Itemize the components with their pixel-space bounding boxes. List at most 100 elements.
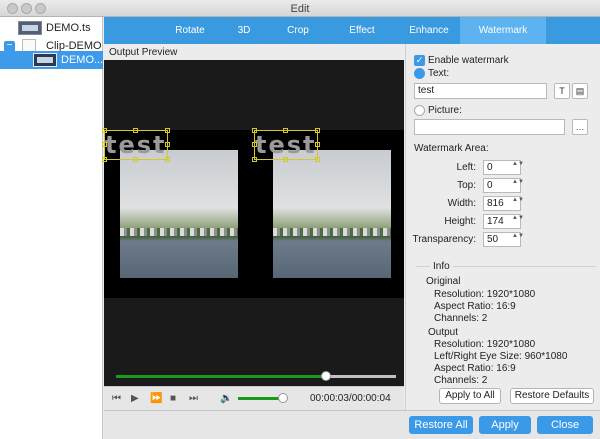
left-spinner[interactable]: 0 ▲▼ bbox=[483, 160, 524, 175]
restore-all-button[interactable]: Restore All bbox=[409, 416, 473, 434]
play-icon[interactable]: ▶ bbox=[131, 393, 139, 404]
resize-handle[interactable] bbox=[315, 142, 320, 147]
seek-handle[interactable] bbox=[321, 371, 331, 381]
edit-tabs: Rotate 3D Crop Effect Enhance Watermark bbox=[104, 17, 600, 44]
output-eye-size: Left/Right Eye Size: 960*1080 bbox=[434, 351, 568, 362]
video-thumbnail-icon bbox=[33, 53, 57, 67]
output-preview: test test bbox=[102, 60, 404, 386]
original-resolution: Resolution: 1920*1080 bbox=[434, 289, 536, 300]
width-value: 816 bbox=[487, 198, 504, 209]
volume-slider[interactable] bbox=[238, 393, 288, 403]
resize-handle[interactable] bbox=[165, 157, 170, 162]
preview-image-right bbox=[273, 150, 391, 278]
watermark-text-left: test bbox=[105, 131, 167, 159]
height-spinner[interactable]: 174 ▲▼ bbox=[483, 214, 524, 229]
top-value: 0 bbox=[487, 180, 493, 191]
browse-icon[interactable]: … bbox=[572, 119, 588, 135]
close-button[interactable]: Close bbox=[537, 416, 593, 434]
info-title: Info bbox=[430, 261, 453, 272]
text-color-icon[interactable]: ▤ bbox=[572, 83, 588, 99]
resize-handle[interactable] bbox=[315, 157, 320, 162]
transparency-value: 50 bbox=[487, 234, 499, 245]
resize-handle[interactable] bbox=[165, 142, 170, 147]
original-aspect-ratio: Aspect Ratio: 16:9 bbox=[434, 301, 516, 312]
transparency-spinner[interactable]: 50 ▲▼ bbox=[483, 232, 524, 247]
file-item-demo-ts[interactable]: DEMO.ts bbox=[0, 19, 103, 37]
resize-handle[interactable] bbox=[102, 157, 107, 162]
tab-enhance[interactable]: Enhance bbox=[398, 17, 460, 44]
previous-frame-icon[interactable]: ⏮ bbox=[112, 393, 121, 404]
picture-radio-label: Picture: bbox=[428, 105, 462, 116]
left-label: Left: bbox=[456, 162, 476, 173]
video-thumbnail-icon bbox=[18, 21, 42, 35]
top-spinner[interactable]: 0 ▲▼ bbox=[483, 178, 524, 193]
tab-3d[interactable]: 3D bbox=[218, 17, 270, 44]
font-icon[interactable]: T bbox=[554, 83, 570, 99]
left-value: 0 bbox=[487, 162, 493, 173]
watermark-text-input[interactable]: test bbox=[414, 83, 547, 99]
tab-rotate[interactable]: Rotate bbox=[162, 17, 218, 44]
original-channels: Channels: 2 bbox=[434, 313, 488, 324]
seek-track[interactable] bbox=[116, 371, 396, 381]
resize-handle[interactable] bbox=[283, 157, 288, 162]
resize-handle[interactable] bbox=[252, 157, 257, 162]
text-radio-label: Text: bbox=[428, 68, 450, 79]
watermark-text-right: test bbox=[255, 131, 317, 159]
bottom-action-bar: Restore All Apply Close bbox=[104, 410, 600, 439]
resize-handle[interactable] bbox=[165, 128, 170, 133]
seek-bar[interactable] bbox=[104, 368, 404, 386]
output-preview-label: Output Preview bbox=[109, 47, 178, 58]
width-spinner[interactable]: 816 ▲▼ bbox=[483, 196, 524, 211]
apply-to-all-button[interactable]: Apply to All bbox=[439, 388, 501, 404]
output-title: Output bbox=[428, 327, 459, 338]
tab-crop[interactable]: Crop bbox=[270, 17, 326, 44]
original-title: Original bbox=[426, 276, 461, 287]
restore-defaults-button[interactable]: Restore Defaults bbox=[510, 388, 594, 404]
file-item-label: DEMO... bbox=[61, 54, 104, 66]
stop-icon[interactable]: ■ bbox=[170, 393, 176, 404]
tab-effect[interactable]: Effect bbox=[326, 17, 398, 44]
stepper-arrows-icon[interactable]: ▲▼ bbox=[512, 161, 524, 167]
resize-handle[interactable] bbox=[252, 128, 257, 133]
volume-level bbox=[238, 397, 283, 400]
watermark-box-left[interactable]: test bbox=[102, 128, 170, 162]
resize-handle[interactable] bbox=[283, 128, 288, 133]
enable-watermark-label: Enable watermark bbox=[428, 55, 509, 66]
file-item-demo-selected[interactable]: DEMO... bbox=[0, 51, 103, 69]
stepper-arrows-icon[interactable]: ▲▼ bbox=[512, 197, 524, 203]
height-label: Height: bbox=[444, 216, 476, 227]
watermark-area-title: Watermark Area: bbox=[414, 143, 489, 154]
enable-watermark-checkbox[interactable]: ✓ bbox=[414, 55, 425, 66]
picture-radio[interactable] bbox=[414, 105, 425, 116]
text-radio[interactable] bbox=[414, 68, 425, 79]
height-value: 174 bbox=[487, 216, 504, 227]
window-title: Edit bbox=[290, 3, 310, 15]
timecode: 00:00:03/00:00:04 bbox=[310, 393, 391, 404]
preview-frame: test test bbox=[102, 128, 404, 298]
output-resolution: Resolution: 1920*1080 bbox=[434, 339, 536, 350]
watermark-panel: ✓ Enable watermark Text: test T ▤ Pictur… bbox=[405, 44, 600, 410]
file-sidebar: DEMO.ts − Clip-DEMO DEMO... bbox=[0, 17, 103, 439]
resize-handle[interactable] bbox=[252, 142, 257, 147]
picture-path-input[interactable] bbox=[414, 119, 565, 135]
resize-handle[interactable] bbox=[315, 128, 320, 133]
volume-handle[interactable] bbox=[278, 393, 288, 403]
stepper-arrows-icon[interactable]: ▲▼ bbox=[512, 215, 524, 221]
title-bar: Edit bbox=[0, 0, 600, 17]
watermark-box-right[interactable]: test bbox=[252, 128, 320, 162]
tab-watermark[interactable]: Watermark bbox=[460, 17, 546, 44]
resize-handle[interactable] bbox=[102, 142, 107, 147]
volume-icon[interactable]: 🔉 bbox=[220, 393, 232, 404]
preview-image-left bbox=[120, 150, 238, 278]
player-controls: ⏮ ▶ ⏩ ■ ⏭ 🔉 00:00:03/00:00:04 bbox=[104, 386, 404, 410]
next-frame-icon[interactable]: ⏭ bbox=[189, 393, 198, 404]
resize-handle[interactable] bbox=[133, 128, 138, 133]
seek-progress bbox=[116, 375, 326, 378]
top-label: Top: bbox=[457, 180, 476, 191]
resize-handle[interactable] bbox=[133, 157, 138, 162]
stepper-arrows-icon[interactable]: ▲▼ bbox=[512, 179, 524, 185]
stepper-arrows-icon[interactable]: ▲▼ bbox=[512, 233, 524, 239]
fast-forward-icon[interactable]: ⏩ bbox=[150, 393, 162, 404]
resize-handle[interactable] bbox=[102, 128, 107, 133]
apply-button[interactable]: Apply bbox=[479, 416, 531, 434]
